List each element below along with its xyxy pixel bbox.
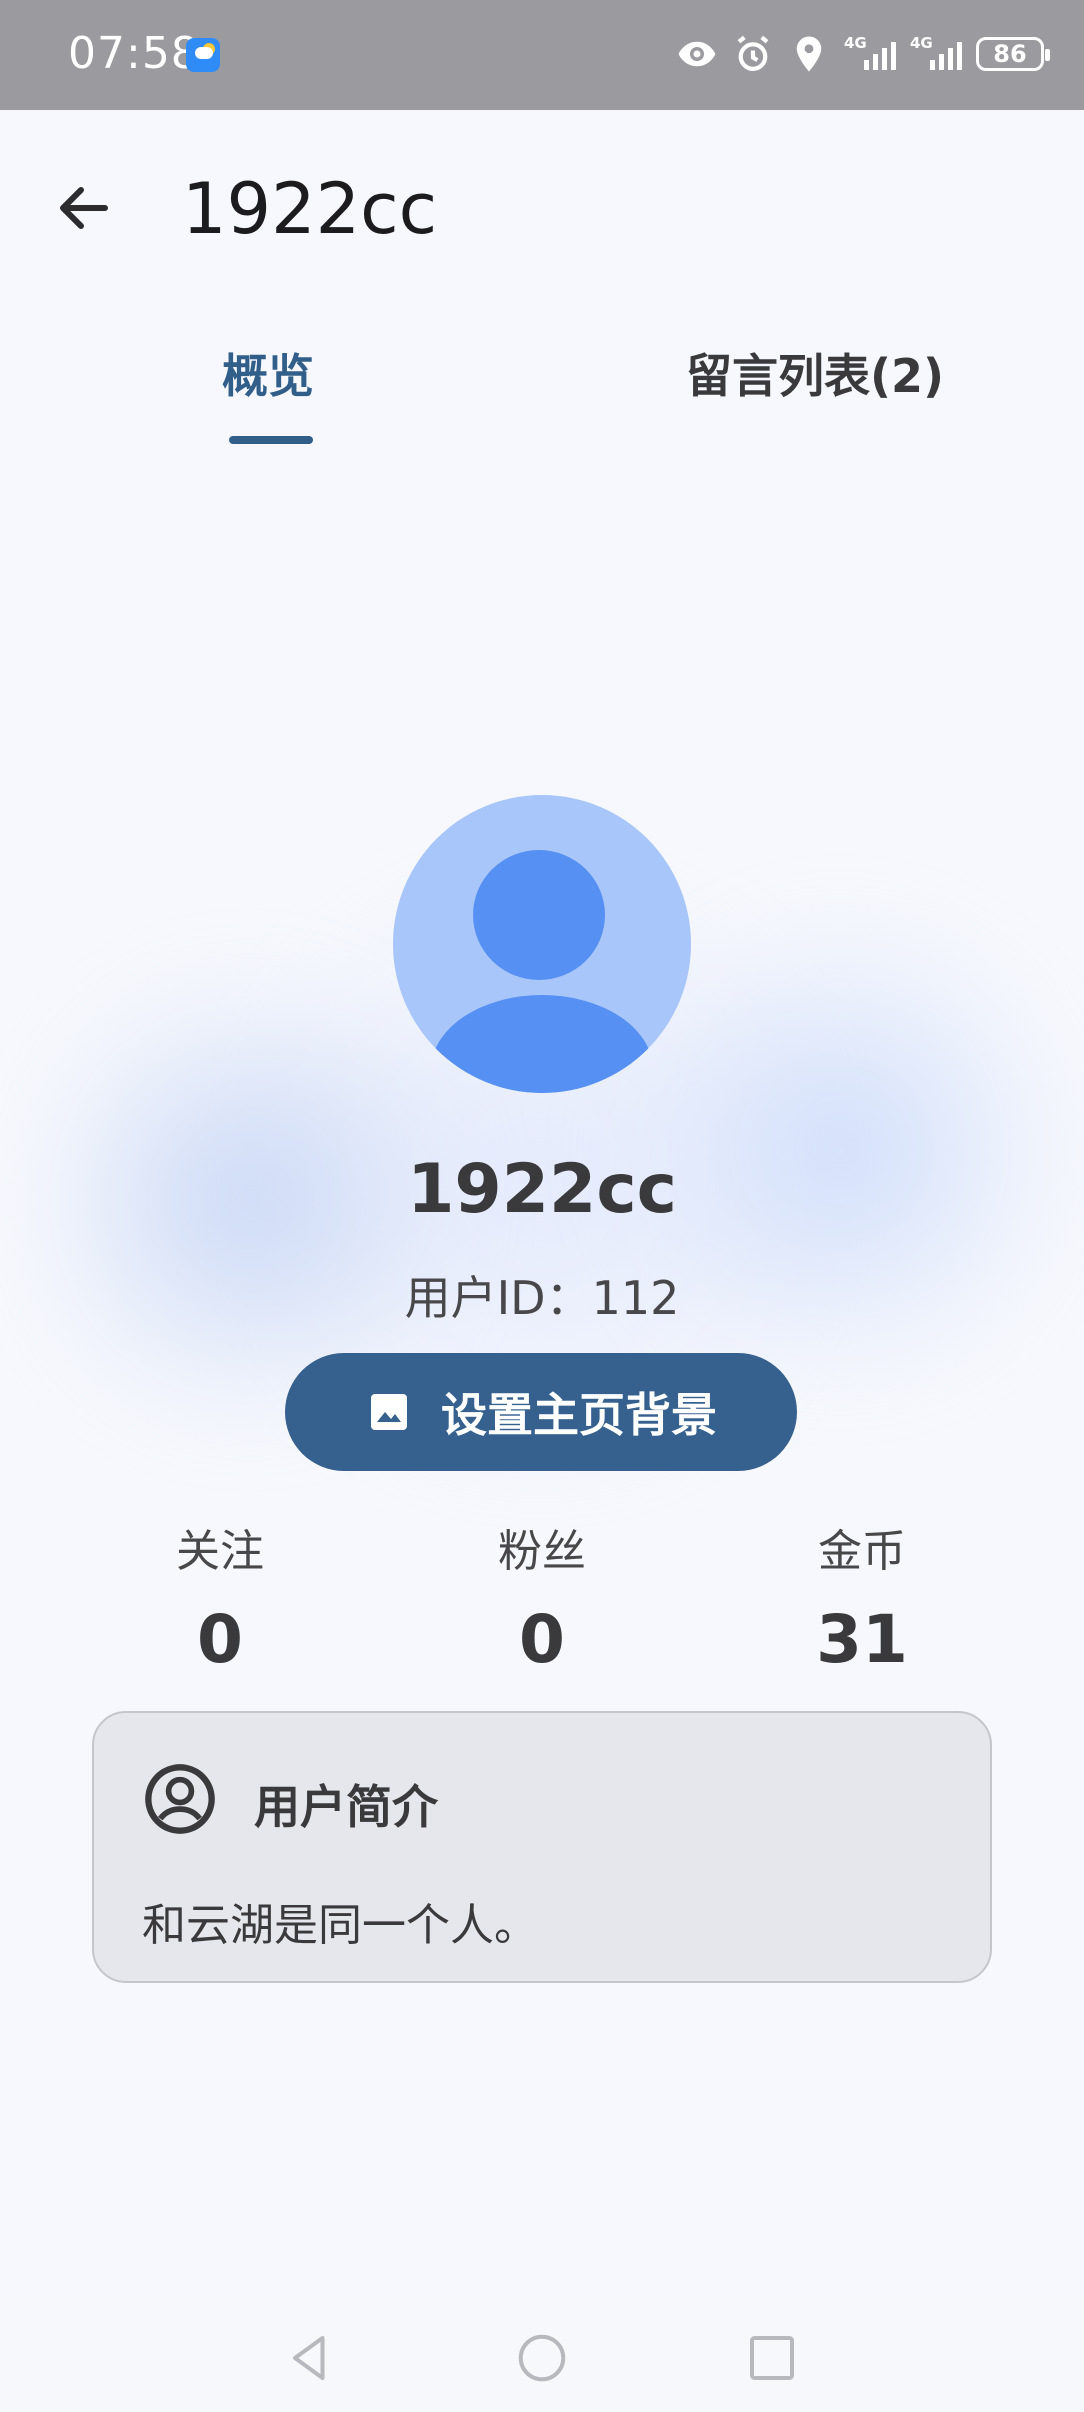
status-time: 07:58: [68, 28, 200, 79]
stat-label: 粉丝: [498, 1526, 586, 1577]
eye-icon: [678, 41, 716, 67]
set-background-label: 设置主页背景: [441, 1388, 717, 1442]
image-icon: [371, 1394, 407, 1430]
status-icons: 4G 4G 86: [676, 26, 1050, 82]
tab-overview[interactable]: 概览: [222, 340, 314, 406]
location-icon: [796, 36, 822, 72]
tab-indicator: [229, 436, 313, 444]
username: 1922cc: [407, 1150, 677, 1229]
stat-following[interactable]: 关注 0: [100, 1515, 340, 1678]
account-circle-icon: [145, 1764, 215, 1834]
status-bar: 07:58 4G 4G 86: [0, 0, 1084, 110]
set-background-button[interactable]: 设置主页背景: [285, 1353, 797, 1471]
weather-icon: [186, 38, 220, 72]
bio-card: 用户简介 和云湖是同一个人。: [92, 1711, 992, 1983]
battery-level: 86: [993, 40, 1027, 68]
stat-value: 31: [816, 1601, 908, 1678]
bio-text: 和云湖是同一个人。: [142, 1900, 538, 1951]
nav-back-icon[interactable]: [280, 2328, 340, 2388]
stat-value: 0: [519, 1601, 565, 1678]
page-title: 1922cc: [182, 168, 438, 250]
stat-fans[interactable]: 粉丝 0: [422, 1515, 662, 1678]
user-id: 用户ID：112: [404, 1271, 680, 1325]
default-avatar-icon[interactable]: [393, 795, 691, 1093]
nav-recent-icon[interactable]: [742, 2328, 802, 2388]
stat-label: 关注: [176, 1526, 264, 1577]
stat-coins[interactable]: 金币 31: [742, 1515, 982, 1678]
nav-home-icon[interactable]: [512, 2328, 572, 2388]
navigation-bar: [0, 2296, 1084, 2412]
battery-icon: 86: [976, 37, 1050, 71]
signal-icon: 4G: [844, 34, 896, 74]
stat-value: 0: [197, 1601, 243, 1678]
bio-title: 用户简介: [254, 1780, 438, 1834]
alarm-icon: [737, 35, 769, 71]
stat-label: 金币: [818, 1526, 906, 1577]
signal-icon: 4G: [910, 34, 962, 74]
arrow-left-icon[interactable]: [48, 172, 120, 244]
tab-messages[interactable]: 留言列表(2): [686, 340, 944, 406]
